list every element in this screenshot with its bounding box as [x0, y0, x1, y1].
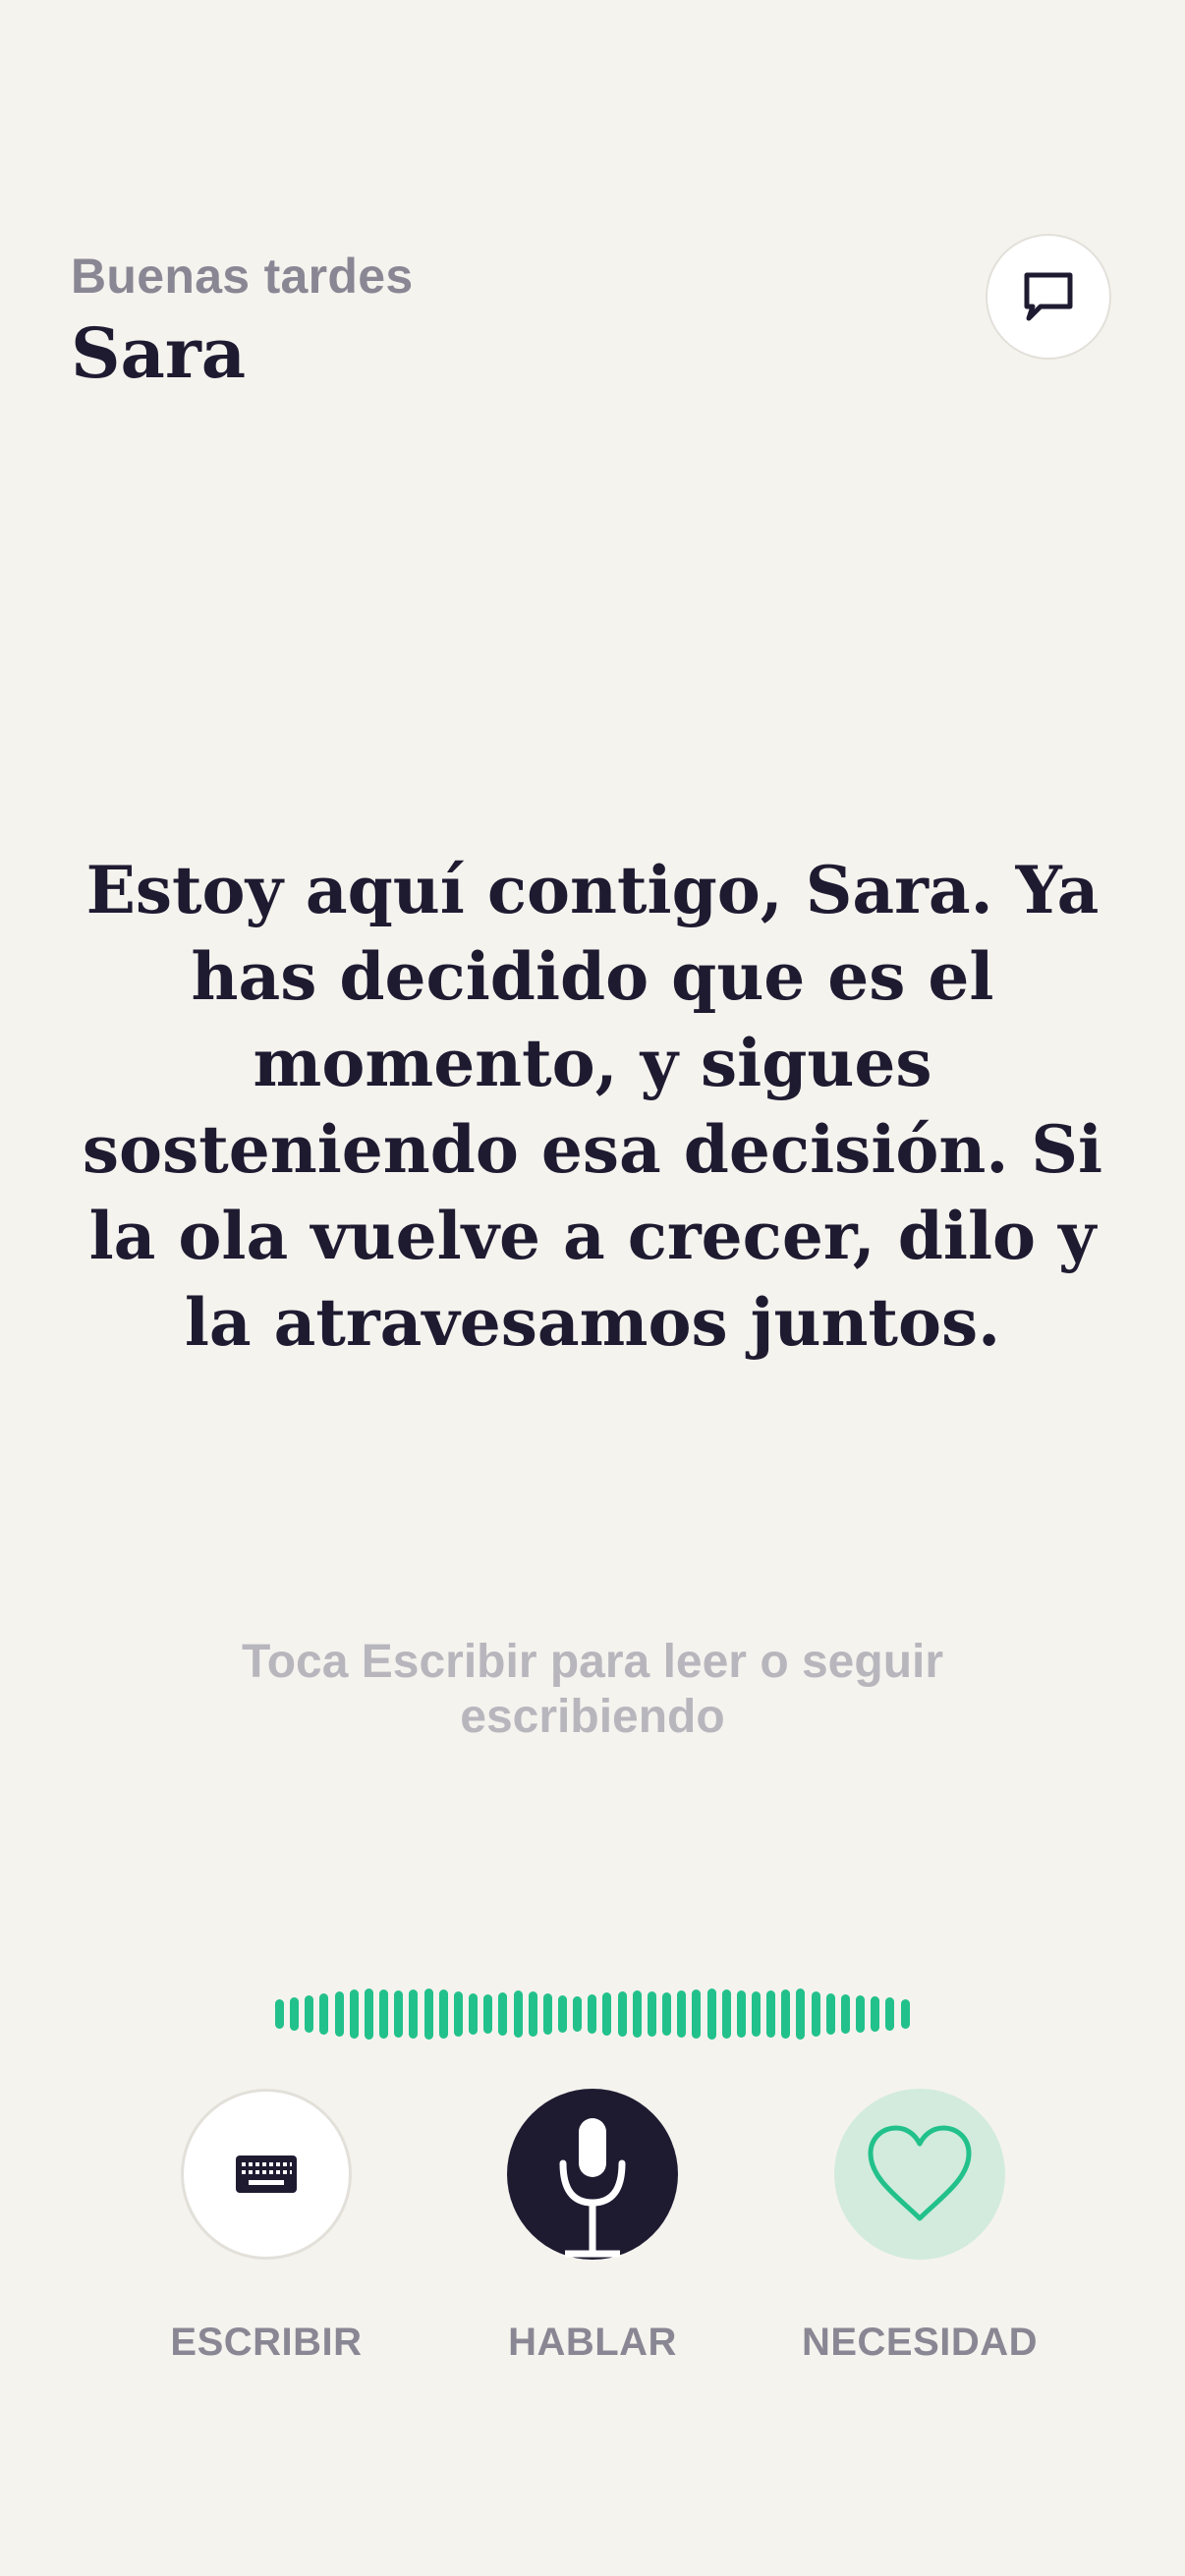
write-label: ESCRIBIR	[170, 2321, 363, 2364]
waveform-bar	[825, 1993, 835, 2035]
user-name: Sara	[71, 312, 247, 394]
waveform-bar	[856, 1995, 866, 2033]
voice-waveform	[275, 1985, 910, 2044]
waveform-bar	[438, 1989, 448, 2039]
waveform-bar	[588, 1994, 597, 2034]
need-label: NECESIDAD	[801, 2321, 1039, 2364]
waveform-bar	[557, 1995, 567, 2033]
waveform-bar	[453, 1991, 463, 2037]
waveform-bar	[483, 1994, 493, 2034]
talk-label: HABLAR	[508, 2321, 677, 2364]
waveform-bar	[766, 1990, 776, 2038]
keyboard-icon	[236, 2156, 297, 2193]
chat-bubble-icon	[1024, 272, 1073, 321]
assistant-message: Estoy aquí contigo, Sara. Ya has decidid…	[82, 852, 1103, 1361]
waveform-bar	[573, 1996, 583, 2032]
waveform-bar	[885, 1997, 895, 2031]
waveform-bar	[692, 1989, 702, 2039]
greeting-label: Buenas tardes	[71, 249, 414, 304]
waveform-bar	[542, 1993, 552, 2035]
need-button[interactable]	[834, 2089, 1005, 2260]
waveform-bar	[379, 1989, 389, 2039]
write-button[interactable]	[181, 2089, 352, 2260]
chat-button[interactable]	[986, 234, 1111, 360]
waveform-bar	[811, 1991, 820, 2037]
waveform-bar	[840, 1994, 850, 2034]
waveform-bar	[602, 1992, 612, 2036]
waveform-bar	[647, 1991, 656, 2037]
waveform-bar	[871, 1996, 880, 2032]
microphone-icon	[559, 2118, 626, 2258]
waveform-bar	[796, 1988, 806, 2040]
waveform-bar	[706, 1988, 716, 2040]
waveform-bar	[394, 1990, 404, 2038]
waveform-bar	[319, 1993, 329, 2035]
waveform-bar	[469, 1993, 479, 2035]
waveform-bar	[409, 1989, 419, 2039]
waveform-bar	[677, 1990, 687, 2038]
waveform-bar	[275, 1999, 284, 2029]
waveform-bar	[334, 1991, 344, 2037]
waveform-bar	[752, 1991, 761, 2037]
waveform-bar	[290, 1997, 300, 2031]
waveform-bar	[349, 1989, 359, 2039]
waveform-bar	[781, 1989, 791, 2039]
waveform-bar	[513, 1990, 523, 2038]
talk-button[interactable]	[507, 2089, 678, 2260]
waveform-bar	[632, 1990, 642, 2038]
waveform-bar	[528, 1991, 537, 2037]
waveform-bar	[721, 1989, 731, 2039]
waveform-bar	[736, 1990, 746, 2038]
waveform-bar	[305, 1995, 314, 2033]
waveform-bar	[364, 1988, 373, 2040]
waveform-bar	[617, 1991, 627, 2037]
waveform-bar	[662, 1992, 672, 2036]
waveform-bar	[423, 1988, 433, 2040]
waveform-bar	[498, 1992, 508, 2036]
hint-text: Toca Escribir para leer o seguir escribi…	[241, 1636, 944, 1743]
waveform-bar	[900, 1999, 910, 2029]
heart-icon	[868, 2125, 972, 2221]
